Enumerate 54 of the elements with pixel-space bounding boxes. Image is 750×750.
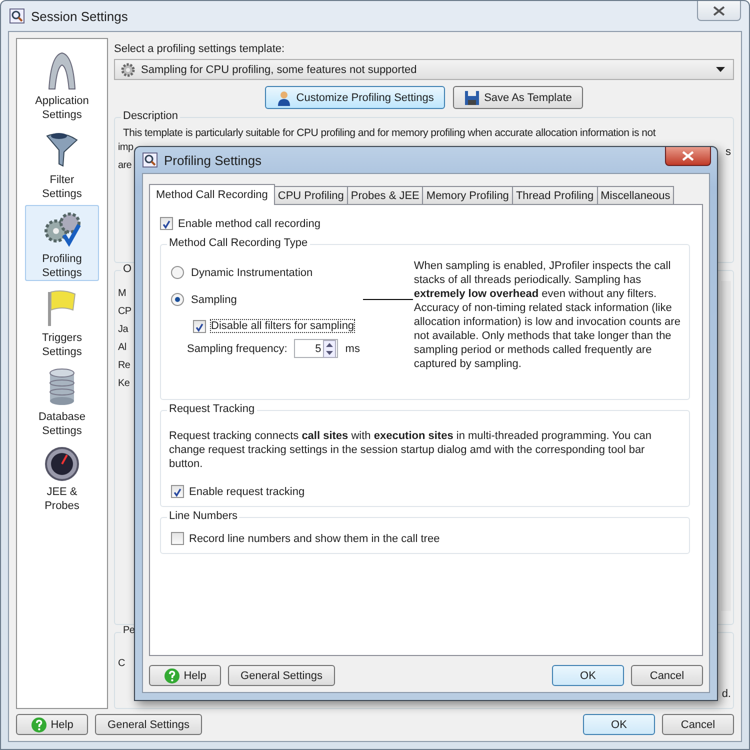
help-button[interactable]: Help: [149, 665, 221, 686]
help-button[interactable]: Help: [16, 714, 88, 735]
group-title: Method Call Recording Type: [167, 237, 310, 249]
tab[interactable]: Memory Profiling: [422, 186, 513, 204]
frequency-label: Sampling frequency:: [187, 342, 288, 354]
tab[interactable]: CPU Profiling: [274, 186, 348, 204]
option-text: d.: [722, 688, 731, 700]
radio-label: Sampling: [191, 294, 237, 306]
cancel-button[interactable]: Cancel: [631, 665, 703, 686]
general-settings-button[interactable]: General Settings: [228, 665, 335, 686]
description-text: This template is particularly suitable for CPU profiling and for memory profiling when accurate allocation information is not: [123, 127, 656, 139]
option-text: Ke: [118, 377, 130, 391]
frequency-spinner[interactable]: 5: [294, 339, 338, 358]
option-text: M: [118, 287, 126, 301]
radio-label: Dynamic Instrumentation: [191, 266, 313, 278]
sidebar-item[interactable]: Database Settings: [25, 363, 99, 439]
ok-button[interactable]: OK: [552, 665, 624, 686]
checkbox-label: Enable request tracking: [189, 486, 305, 498]
ok-button[interactable]: OK: [583, 714, 655, 735]
general-settings-button[interactable]: General Settings: [95, 714, 202, 735]
cancel-button[interactable]: Cancel: [662, 714, 734, 735]
option-text: Re: [118, 359, 130, 373]
group-title: Description: [121, 110, 180, 122]
group-title: Line Numbers: [167, 510, 240, 522]
group-title: Request Tracking: [167, 403, 257, 415]
customize-button[interactable]: Customize Profiling Settings: [265, 86, 446, 109]
tab[interactable]: Probes & JEE: [346, 186, 424, 204]
save-template-button[interactable]: Save As Template: [453, 86, 583, 109]
sampling-explanation: When sampling is enabled, JProfiler inspects the call stacks of all threads periodically. Sampling has extremely low overhead even without any filters. Accuracy of non-timing related stack information (like allocation information) is low and invocation counts are not available. Only methods that take longer than the sampling period or methods called frequently are captured by sampling.: [414, 259, 681, 371]
dialog-title: Profiling Settings: [164, 152, 262, 168]
template-dropdown[interactable]: Sampling for CPU profiling, some features not supported: [114, 59, 734, 80]
sidebar-item[interactable]: Profiling Settings: [25, 205, 99, 281]
description-text: are: [118, 159, 132, 173]
tab[interactable]: Thread Profiling: [512, 186, 598, 204]
checkbox-label: Disable all filters for sampling: [211, 320, 354, 332]
request-tracking-text: Request tracking connects call sites with execution sites in multi-threaded programming. You can change request tracking settings in the session startup dialog amd with the corresponding tool bar button.: [169, 429, 652, 471]
description-text: imp: [118, 141, 134, 155]
option-text: Al: [118, 341, 126, 355]
template-label: Select a profiling settings template:: [114, 43, 286, 55]
sidebar-item[interactable]: Application Settings: [25, 47, 99, 123]
sidebar-item[interactable]: JEE & Probes: [25, 442, 99, 518]
group-title: O: [121, 263, 134, 275]
checkbox-label: Record line numbers and show them in the call tree: [189, 532, 440, 544]
tab[interactable]: Miscellaneous: [596, 186, 674, 204]
window-title: Session Settings: [31, 8, 128, 24]
option-text: C: [118, 657, 125, 671]
option-text: Ja: [118, 323, 128, 337]
option-text: CP: [118, 305, 132, 319]
tab[interactable]: Method Call Recording: [149, 184, 275, 205]
unit-label: ms: [345, 342, 360, 354]
checkbox-label: Enable method call recording: [178, 218, 320, 230]
sidebar-item[interactable]: Filter Settings: [25, 126, 99, 202]
sidebar-item[interactable]: Triggers Settings: [25, 284, 99, 360]
description-text: s: [726, 146, 731, 158]
